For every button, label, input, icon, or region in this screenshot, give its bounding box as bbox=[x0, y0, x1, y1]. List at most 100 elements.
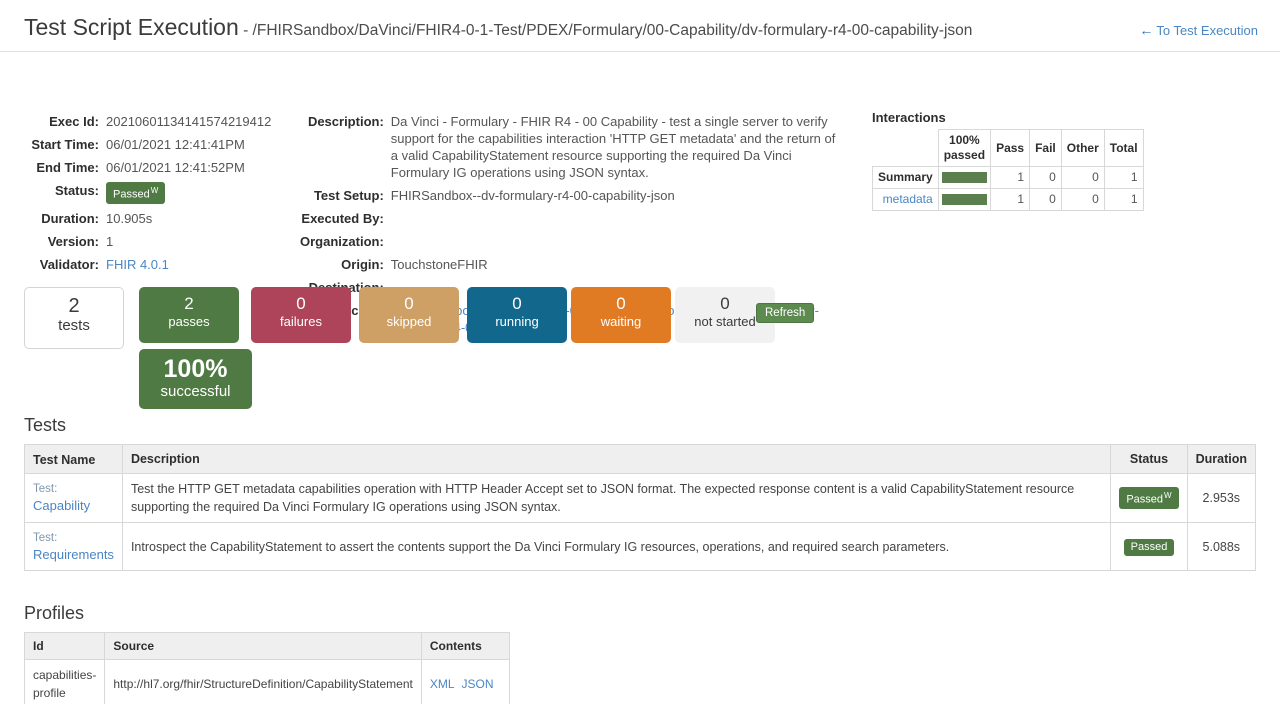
tile-passes-value: 2 bbox=[139, 293, 239, 314]
table-row: capabilities-profile http://hl7.org/fhir… bbox=[25, 660, 510, 704]
profile-json-link[interactable]: JSON bbox=[462, 677, 494, 691]
test-name-prefix: Test: bbox=[33, 482, 114, 497]
tile-skipped-label: skipped bbox=[359, 314, 459, 330]
profiles-header-row: Id Source Contents bbox=[25, 633, 510, 660]
description-label: Description: bbox=[300, 110, 391, 184]
tile-failures-value: 0 bbox=[251, 293, 351, 314]
profile-xml-link[interactable]: XML bbox=[430, 677, 455, 691]
interactions-bar-cell-metadata bbox=[938, 189, 990, 211]
tile-percent-successful: 100% successful bbox=[139, 349, 252, 409]
exec-id-label: Exec Id: bbox=[24, 110, 106, 133]
status-badge-label: Passed bbox=[1126, 494, 1163, 506]
interactions-col-pass: Pass bbox=[991, 130, 1030, 167]
execution-info-region: Exec Id: 20210601134141574219412 Start T… bbox=[0, 52, 1280, 287]
duration-value: 10.905s bbox=[106, 207, 271, 230]
detail-row-organization: Organization: bbox=[300, 230, 843, 253]
duration-label: Duration: bbox=[24, 207, 106, 230]
test-link-requirements[interactable]: Requirements bbox=[33, 547, 114, 562]
tile-waiting-value: 0 bbox=[571, 293, 671, 314]
status-badge: PassedW bbox=[106, 182, 165, 204]
tile-waiting-label: waiting bbox=[571, 314, 671, 330]
progress-bar-track bbox=[942, 172, 987, 183]
validator-label: Validator: bbox=[24, 253, 106, 276]
tile-passes[interactable]: 2 passes bbox=[139, 287, 239, 343]
profiles-section-title: Profiles bbox=[24, 603, 1280, 624]
progress-bar-fill bbox=[942, 172, 987, 183]
interactions-col-other: Other bbox=[1061, 130, 1104, 167]
profiles-table-head: Id Source Contents bbox=[25, 633, 510, 660]
tile-tests-value: 2 bbox=[25, 294, 123, 318]
detail-row-version: Version: 1 bbox=[24, 230, 271, 253]
tile-running-value: 0 bbox=[467, 293, 567, 314]
page-title-path: /FHIRSandbox/DaVinci/FHIR4-0-1-Test/PDEX… bbox=[253, 22, 973, 39]
interactions-fail-metadata: 0 bbox=[1030, 189, 1062, 211]
test-status-cell-requirements: Passed bbox=[1111, 523, 1187, 571]
detail-row-test-setup: Test Setup: FHIRSandbox--dv-formulary-r4… bbox=[300, 184, 843, 207]
executed-by-value bbox=[391, 207, 843, 230]
tile-running[interactable]: 0 running bbox=[467, 287, 567, 343]
test-name-cell-requirements[interactable]: Test: Requirements bbox=[25, 523, 123, 571]
detail-row-start-time: Start Time: 06/01/2021 12:41:41PM bbox=[24, 133, 271, 156]
profiles-table: Id Source Contents capabilities-profile … bbox=[24, 632, 510, 704]
tile-percent-label: successful bbox=[139, 384, 252, 400]
tile-passes-label: passes bbox=[139, 314, 239, 330]
interactions-pass-metadata: 1 bbox=[991, 189, 1030, 211]
end-time-value: 06/01/2021 12:41:52PM bbox=[106, 156, 271, 179]
tests-table-head: Test Name Description Status Duration bbox=[25, 445, 1256, 474]
interactions-table-head: 100% passed Pass Fail Other Total bbox=[873, 130, 1144, 167]
profile-id: capabilities-profile bbox=[25, 660, 105, 704]
table-row: Test: Capability Test the HTTP GET metad… bbox=[25, 474, 1256, 523]
profiles-col-id: Id bbox=[25, 633, 105, 660]
detail-row-exec-id: Exec Id: 20210601134141574219412 bbox=[24, 110, 271, 133]
profiles-section: Profiles Id Source Contents capabilities… bbox=[24, 603, 1280, 704]
test-status-cell-capability: PassedW bbox=[1111, 474, 1187, 523]
left-arrow-icon: ← bbox=[1139, 22, 1153, 38]
detail-row-executed-by: Executed By: bbox=[300, 207, 843, 230]
tile-failures[interactable]: 0 failures bbox=[251, 287, 351, 343]
profiles-table-body: capabilities-profile http://hl7.org/fhir… bbox=[25, 660, 510, 704]
tile-running-label: running bbox=[467, 314, 567, 330]
test-description-capability: Test the HTTP GET metadata capabilities … bbox=[122, 474, 1110, 523]
end-time-label: End Time: bbox=[24, 156, 106, 179]
progress-bar-track bbox=[942, 194, 987, 205]
status-badge-label: Passed bbox=[113, 189, 150, 201]
interactions-col-percent: 100% passed bbox=[938, 130, 990, 167]
origin-value: TouchstoneFHIR bbox=[391, 253, 843, 276]
interactions-title: Interactions bbox=[872, 110, 1162, 125]
detail-row-origin: Origin: TouchstoneFHIR bbox=[300, 253, 843, 276]
refresh-button[interactable]: Refresh bbox=[756, 303, 814, 323]
summary-tiles: 2 tests 2 passes 0 failures 0 skipped 0 … bbox=[24, 287, 1280, 415]
tile-waiting[interactable]: 0 waiting bbox=[571, 287, 671, 343]
status-badge: PassedW bbox=[1119, 487, 1178, 509]
back-to-test-execution-link[interactable]: ←To Test Execution bbox=[1139, 22, 1258, 38]
status-badge-label: Passed bbox=[1131, 541, 1168, 553]
test-duration-requirements: 5.088s bbox=[1187, 523, 1255, 571]
tests-header-row: Test Name Description Status Duration bbox=[25, 445, 1256, 474]
tile-percent-value: 100% bbox=[139, 355, 252, 384]
detail-row-description: Description: Da Vinci - Formulary - FHIR… bbox=[300, 110, 843, 184]
interactions-row-name-metadata[interactable]: metadata bbox=[873, 189, 939, 211]
interactions-other-summary: 0 bbox=[1061, 167, 1104, 189]
tests-col-name: Test Name bbox=[25, 445, 123, 474]
interactions-other-metadata: 0 bbox=[1061, 189, 1104, 211]
test-link-capability[interactable]: Capability bbox=[33, 498, 90, 513]
validator-link[interactable]: FHIR 4.0.1 bbox=[106, 257, 169, 272]
tile-tests-label: tests bbox=[25, 318, 123, 334]
detail-row-duration: Duration: 10.905s bbox=[24, 207, 271, 230]
interactions-row-name-summary: Summary bbox=[873, 167, 939, 189]
tests-section-title: Tests bbox=[24, 415, 1280, 436]
interactions-col-fail: Fail bbox=[1030, 130, 1062, 167]
profiles-col-contents: Contents bbox=[421, 633, 509, 660]
interactions-total-summary: 1 bbox=[1104, 167, 1143, 189]
organization-label: Organization: bbox=[300, 230, 391, 253]
metadata-link[interactable]: metadata bbox=[883, 192, 933, 206]
table-row: Summary 1 0 0 1 bbox=[873, 167, 1144, 189]
tile-skipped[interactable]: 0 skipped bbox=[359, 287, 459, 343]
organization-value bbox=[391, 230, 843, 253]
test-name-cell-capability[interactable]: Test: Capability bbox=[25, 474, 123, 523]
tests-section: Tests Test Name Description Status Durat… bbox=[24, 415, 1280, 571]
description-value: Da Vinci - Formulary - FHIR R4 - 00 Capa… bbox=[391, 110, 843, 184]
detail-row-status: Status: PassedW bbox=[24, 179, 271, 207]
interactions-header-row: 100% passed Pass Fail Other Total bbox=[873, 130, 1144, 167]
interactions-col-total: Total bbox=[1104, 130, 1143, 167]
